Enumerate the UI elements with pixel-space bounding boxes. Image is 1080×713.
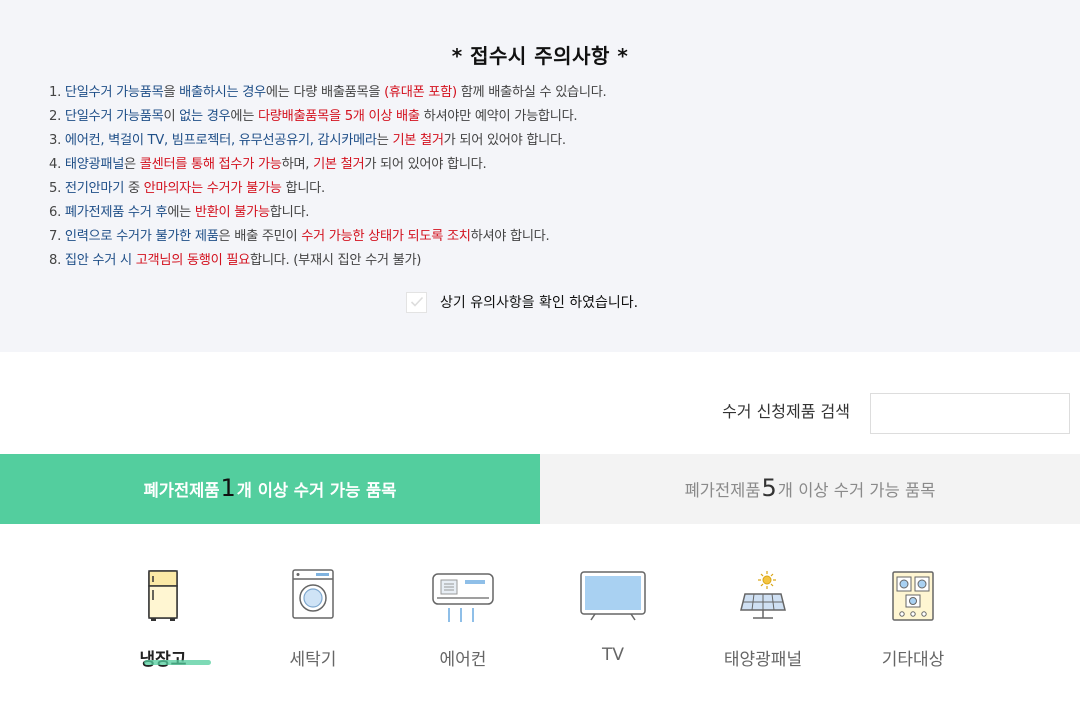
notice-rule-7: 7. 인력으로 수거가 불가한 제품은 배출 주민이 수거 가능한 상태가 되도… xyxy=(49,226,606,250)
rule-text-segment: 단일수거 가능품목 xyxy=(64,85,164,100)
rule-text-segment: 함께 배출하실 수 있습니다. xyxy=(456,85,607,100)
notice-rules-list: 1. 단일수거 가능품목을 배출하시는 경우에는 다량 배출품목을 (휴대폰 포… xyxy=(49,82,607,274)
notice-rule-4: 4. 태양광패널은 콜센터를 통해 접수가 가능하며, 기본 철거가 되어 있어… xyxy=(49,154,606,178)
rule-text-segment: 전기안마기 xyxy=(64,181,125,196)
category-label: 태양광패널 xyxy=(723,650,803,670)
notice-rule-8: 8. 집안 수거 시 고객님의 동행이 필요합니다. (부재시 집안 수거 불가… xyxy=(49,250,606,274)
rule-text-segment: 이 xyxy=(163,109,180,124)
tab-prefix: 폐가전제품 xyxy=(143,481,220,500)
rule-text-segment: 에어컨, 벽걸이 TV, 빔프로젝터, 유무선공유기, 감시카메라 xyxy=(64,133,377,148)
rule-text-segment: (휴대폰 포함) xyxy=(384,85,457,100)
rule-text-segment: 하셔야만 예약이 가능합니다. xyxy=(419,109,578,124)
rule-text-segment: 없는 경우 xyxy=(179,109,231,124)
category-label: TV xyxy=(601,645,624,665)
notice-rule-1: 1. 단일수거 가능품목을 배출하시는 경우에는 다량 배출품목을 (휴대폰 포… xyxy=(49,82,607,106)
notice-section: * 접수시 주의사항 * 1. 단일수거 가능품목을 배출하시는 경우에는 다량… xyxy=(0,0,1080,352)
other-items-icon xyxy=(892,571,934,621)
rule-text-segment: 집안 수거 시 xyxy=(64,253,136,268)
confirm-label: 상기 유의사항을 확인 하였습니다. xyxy=(440,295,639,311)
rule-text-segment: 고객님의 동행이 필요 xyxy=(135,253,251,268)
rule-text-segment: 합니다. (부재시 집안 수거 불가) xyxy=(250,253,422,268)
tab-five-items-collection[interactable]: 폐가전제품 5개 이상 수거 가능 품목 xyxy=(540,454,1080,524)
rule-text-segment: 은 배출 주민이 xyxy=(218,229,302,244)
rule-text-segment: 가 되어 있어야 합니다. xyxy=(443,133,566,148)
rule-text-segment: 에는 xyxy=(167,205,195,220)
tab-count: 1 xyxy=(220,473,236,502)
confirm-checkbox[interactable] xyxy=(406,291,427,313)
rule-text-segment: 은 xyxy=(124,157,140,172)
rule-text-segment: 인력으로 수거가 불가한 제품 xyxy=(64,229,219,244)
rule-text-segment: 6. xyxy=(49,205,65,220)
category-label: 냉장고 xyxy=(88,645,238,670)
tab-count: 5 xyxy=(761,473,777,502)
notice-rule-3: 3. 에어컨, 벽걸이 TV, 빔프로젝터, 유무선공유기, 감시카메라는 기본… xyxy=(49,130,606,154)
refrigerator-icon xyxy=(148,570,178,621)
rule-text-segment: 단일수거 가능품목 xyxy=(64,109,164,124)
notice-title: * 접수시 주의사항 * xyxy=(451,44,629,68)
rule-text-segment: 2. xyxy=(49,109,65,124)
active-category-underline xyxy=(144,660,211,665)
tab-suffix: 개 이상 수거 가능 품목 xyxy=(777,481,936,500)
rule-text-segment: 에는 xyxy=(230,109,258,124)
tab-one-item-collection[interactable]: 폐가전제품 1개 이상 수거 가능 품목 xyxy=(0,454,540,524)
rule-text-segment: 하셔야 합니다. xyxy=(470,229,550,244)
rule-text-segment: 기본 철거 xyxy=(313,157,365,172)
notice-rule-6: 6. 폐가전제품 수거 후에는 반환이 불가능합니다. xyxy=(49,202,606,226)
rule-text-segment: 기본 철거 xyxy=(392,133,444,148)
rule-text-segment: 는 xyxy=(376,133,393,148)
category-label: 기타대상 xyxy=(881,650,945,670)
air-conditioner-icon xyxy=(432,573,494,622)
rule-text-segment: 합니다. xyxy=(281,181,326,196)
notice-rule-5: 5. 전기안마기 중 안마의자는 수거가 불가능 합니다. xyxy=(49,178,606,202)
rule-text-segment: 하며, xyxy=(281,157,314,172)
rule-text-segment: 폐가전제품 수거 후 xyxy=(64,205,168,220)
tab-suffix: 개 이상 수거 가능 품목 xyxy=(236,481,397,500)
rule-text-segment: 중 xyxy=(124,181,144,196)
rule-text-segment: 가 되어 있어야 합니다. xyxy=(364,157,487,172)
rule-text-segment: 수거 가능한 상태가 되도록 조치 xyxy=(301,229,471,244)
rule-text-segment: 콜센터를 통해 접수가 가능 xyxy=(139,157,282,172)
rule-text-segment: 4. xyxy=(49,157,65,172)
category-label: 세탁기 xyxy=(289,650,337,670)
rule-text-segment: 태양광패널 xyxy=(64,157,125,172)
notice-rule-2: 2. 단일수거 가능품목이 없는 경우에는 다량배출품목을 5개 이상 배출 하… xyxy=(49,106,606,130)
confirm-checkbox-row[interactable]: 상기 유의사항을 확인 하였습니다. xyxy=(406,290,638,314)
checkmark-icon xyxy=(410,296,423,307)
tv-icon xyxy=(580,571,646,621)
category-label: 에어컨 xyxy=(439,650,487,670)
rule-text-segment: 7. xyxy=(49,229,65,244)
product-search-input[interactable] xyxy=(870,393,1070,434)
rule-text-segment: 배출하시는 경우 xyxy=(179,85,266,100)
rule-text-segment: 8. xyxy=(49,253,65,268)
search-label: 수거 신청제품 검색 xyxy=(722,402,850,421)
washing-machine-icon xyxy=(292,569,334,619)
rule-text-segment: 다량배출품목을 5개 이상 배출 xyxy=(257,109,420,124)
rule-text-segment: 3. xyxy=(49,133,65,148)
solar-panel-icon xyxy=(740,571,786,619)
rule-text-segment: 에는 다량 배출품목을 xyxy=(265,85,385,100)
rule-text-segment: 합니다. xyxy=(269,205,310,220)
tab-prefix: 폐가전제품 xyxy=(684,481,761,500)
rule-text-segment: 1. xyxy=(49,85,65,100)
rule-text-segment: 을 xyxy=(163,85,180,100)
rule-text-segment: 5. xyxy=(49,181,65,196)
rule-text-segment: 반환이 불가능 xyxy=(194,205,270,220)
rule-text-segment: 안마의자는 수거가 불가능 xyxy=(143,181,282,196)
